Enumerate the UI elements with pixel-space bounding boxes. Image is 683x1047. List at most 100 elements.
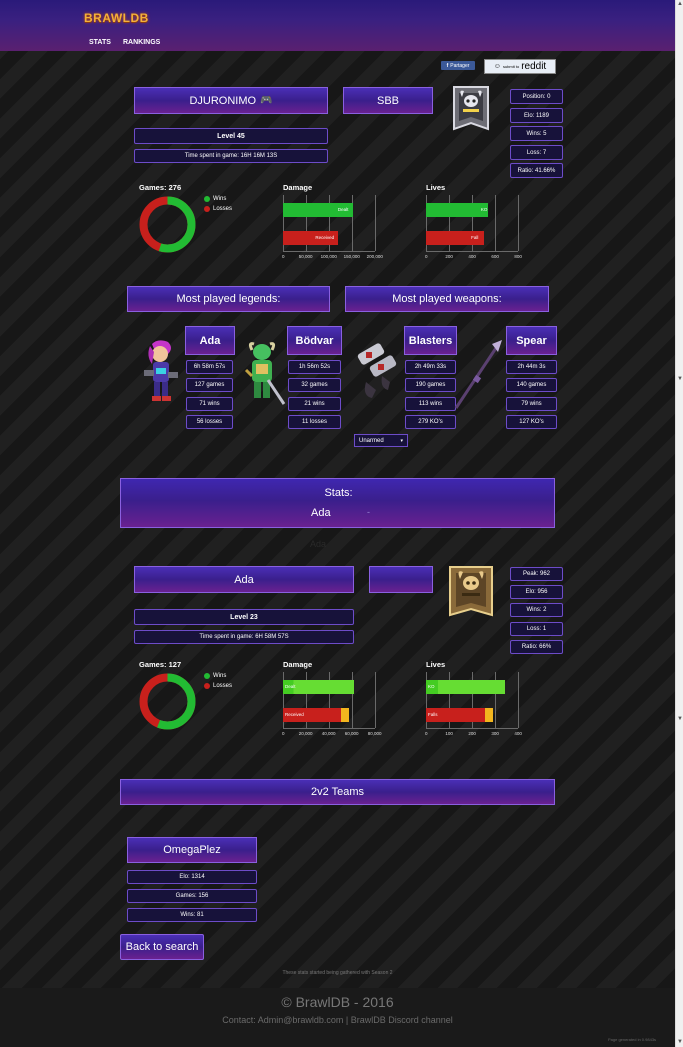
team-partner-box[interactable]: OmegaPlez bbox=[127, 837, 257, 863]
damage-tick-label: 50,000 bbox=[298, 254, 313, 259]
stats-panel-dash: - bbox=[367, 507, 370, 517]
footer-contact[interactable]: Contact: Admin@brawldb.com | BrawlDB Dis… bbox=[0, 1015, 675, 1025]
lives-tick-label: 200 bbox=[445, 254, 453, 259]
weapon-card-spear[interactable]: Spear bbox=[506, 326, 557, 355]
lives-x-axis bbox=[426, 251, 518, 252]
position-stat: Position: 0 bbox=[510, 89, 563, 104]
legend-card-ada[interactable]: Ada bbox=[185, 326, 235, 355]
legend-lives-bar-ko bbox=[426, 680, 506, 694]
legend-card-bodvar[interactable]: Bödvar bbox=[287, 326, 342, 355]
silver-rank-icon bbox=[452, 85, 490, 136]
legend-name-box: Ada bbox=[134, 566, 354, 593]
legend-lives-tick-label: 0 bbox=[425, 731, 428, 736]
spear-wins: 79 wins bbox=[506, 397, 557, 411]
weapon-card-blasters[interactable]: Blasters bbox=[404, 326, 457, 355]
damage-tick-label: 100,000 bbox=[320, 254, 337, 259]
weapon-select-dropdown[interactable]: Unarmed ▾ bbox=[354, 434, 408, 447]
player-name-box: DJURONIMO 🎮 bbox=[134, 87, 328, 114]
reddit-submit-button[interactable]: ☺ submit to reddit bbox=[484, 59, 556, 74]
ada-losses: 56 losses bbox=[186, 415, 233, 429]
legend-lives-gridline bbox=[518, 672, 519, 728]
reddit-alien-icon: ☺ bbox=[493, 63, 501, 70]
blasters-time: 2h 49m 33s bbox=[405, 360, 456, 374]
ratio-stat: Ratio: 41.66% bbox=[510, 163, 563, 178]
damage-tick-label: 150,000 bbox=[343, 254, 360, 259]
bodvar-time: 1h 56m 52s bbox=[288, 360, 341, 374]
legend-damage-chart: 0 20,000 40,000 60,000 80,000 Dealt Received bbox=[282, 672, 393, 740]
bodvar-games: 32 games bbox=[288, 378, 341, 392]
legend-losses-legend: Losses bbox=[213, 683, 233, 689]
brawldb-logo[interactable]: BRAWLDB bbox=[84, 11, 149, 25]
ada-games: 127 games bbox=[186, 378, 233, 392]
legend-games-chart-title: Games: 127 bbox=[139, 660, 182, 669]
player-time: Time spent in game: 16H 16M 13S bbox=[134, 149, 328, 163]
legend-loss-stat: Loss: 1 bbox=[510, 622, 563, 636]
damage-chart-title: Damage bbox=[283, 183, 313, 192]
team-wins: Wins: 81 bbox=[127, 908, 257, 922]
clan-name: SBB bbox=[376, 94, 399, 107]
back-to-search-button[interactable]: Back to search bbox=[120, 934, 204, 960]
legend-damage-bar-label: Dealt bbox=[285, 684, 296, 689]
legend-lives-tick-label: 400 bbox=[514, 731, 522, 736]
wins-legend: Wins bbox=[213, 196, 227, 202]
bodvar-losses: 11 losses bbox=[288, 415, 341, 429]
most-played-weapons-header: Most played weapons: bbox=[345, 286, 549, 312]
legend-lives-tick-label: 300 bbox=[491, 731, 499, 736]
legend-damage-chart-title: Damage bbox=[283, 660, 313, 669]
legend-losses-legend-dot bbox=[204, 683, 210, 689]
ada-time: 6h 58m 57s bbox=[186, 360, 233, 374]
damage-bar-label: Received bbox=[315, 235, 335, 240]
damage-chart: 0 50,000 100,000 150,000 200,000 Dealt Receive… bbox=[282, 195, 393, 263]
wins-stat: Wins: 5 bbox=[510, 126, 563, 141]
lives-chart-title: Lives bbox=[426, 183, 446, 192]
spear-kos: 127 KO's bbox=[506, 415, 557, 429]
chevron-down-icon: ▾ bbox=[400, 437, 403, 444]
stats-panel-title: Stats: bbox=[324, 487, 353, 499]
games-chart-title: Games: 276 bbox=[139, 183, 182, 192]
legend-lives-bar-label: KO bbox=[428, 684, 435, 689]
player-level: Level 45 bbox=[134, 128, 328, 144]
spear-icon bbox=[452, 340, 504, 412]
clan-box[interactable]: SBB bbox=[343, 87, 433, 114]
blasters-wins: 113 wins bbox=[405, 397, 456, 411]
games-donut-chart bbox=[138, 195, 197, 254]
legend-damage-x-axis bbox=[283, 728, 375, 729]
facebook-share-button[interactable]: f Partager bbox=[441, 61, 475, 70]
bodvar-portrait bbox=[238, 340, 286, 412]
nav-rankings[interactable]: RANKINGS bbox=[123, 39, 160, 46]
legend-damage-tick-label: 20,000 bbox=[298, 731, 313, 736]
blasters-games: 190 games bbox=[405, 378, 456, 392]
team-elo: Elo: 1314 bbox=[127, 870, 257, 884]
footer-copyright: © BrawlDB - 2016 bbox=[281, 994, 394, 1010]
legend-lives-x-axis bbox=[426, 728, 518, 729]
ada-portrait bbox=[138, 338, 183, 406]
lives-gridline bbox=[495, 195, 496, 251]
legend-damage-tick-label: 60,000 bbox=[344, 731, 359, 736]
legend-damage-tick-label: 40,000 bbox=[321, 731, 336, 736]
losses-legend: Losses bbox=[213, 206, 233, 212]
spear-games: 140 games bbox=[506, 378, 557, 392]
legend-lives-bar-label: Falls bbox=[428, 712, 438, 717]
nav-stats[interactable]: STATS bbox=[89, 39, 111, 46]
legend-time: Time spent in game: 6H 58M 57S bbox=[134, 630, 354, 644]
legend-damage-tick-label: 80,000 bbox=[367, 731, 382, 736]
lives-tick-label: 400 bbox=[468, 254, 476, 259]
legend-peak-stat: Peak: 962 bbox=[510, 567, 563, 581]
footer: © BrawlDB - 2016 Contact: Admin@brawldb.… bbox=[0, 988, 675, 1047]
legend-elo-stat: Elo: 956 bbox=[510, 585, 563, 599]
legend-ratio-stat: Ratio: 66% bbox=[510, 640, 563, 654]
stats-panel-legend: Ada bbox=[311, 507, 331, 519]
gamepad-icon: 🎮 bbox=[260, 95, 273, 106]
legend-games-donut-chart bbox=[138, 672, 197, 731]
wins-legend-dot bbox=[204, 196, 210, 202]
legend-lives-tick-label: 200 bbox=[468, 731, 476, 736]
legend-wins-legend: Wins bbox=[213, 673, 227, 679]
player-name: DJURONIMO bbox=[189, 94, 257, 107]
elo-stat: Elo: 1189 bbox=[510, 108, 563, 123]
damage-tick-label: 0 bbox=[282, 254, 285, 259]
damage-bar-label: Dealt bbox=[337, 207, 349, 212]
bronze-rank-icon bbox=[448, 565, 494, 624]
scrollbar[interactable]: ▲ ▼ ▼ ▼ bbox=[675, 0, 683, 1047]
footer-generated: Page generated in 0.9843s bbox=[608, 1037, 657, 1042]
top-navbar: BRAWLDB STATS RANKINGS bbox=[0, 0, 675, 51]
